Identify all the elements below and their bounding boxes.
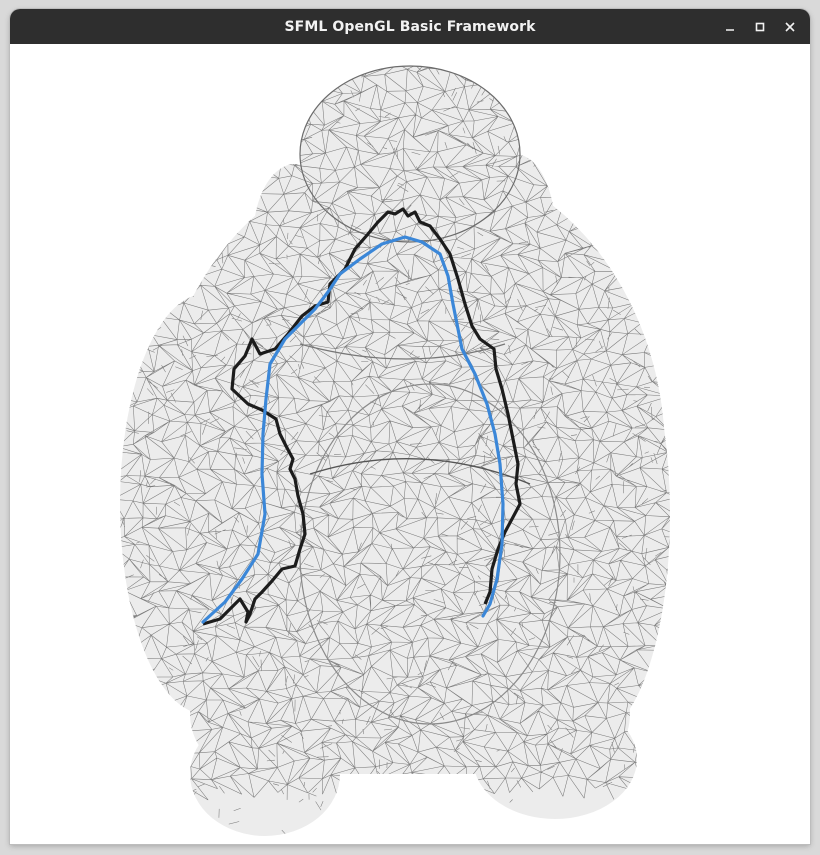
title-bar[interactable]: SFML OpenGL Basic Framework <box>10 9 810 44</box>
app-window: SFML OpenGL Basic Framework <box>10 9 810 844</box>
buddha-mesh <box>120 65 670 836</box>
minimize-icon <box>726 28 734 31</box>
window-title: SFML OpenGL Basic Framework <box>284 18 536 35</box>
minimize-button[interactable] <box>718 15 742 39</box>
close-icon <box>785 21 795 32</box>
opengl-viewport[interactable] <box>10 44 810 844</box>
close-button[interactable] <box>778 15 802 39</box>
mesh-render <box>120 65 670 836</box>
window-controls <box>718 9 802 44</box>
maximize-icon <box>755 22 765 31</box>
maximize-button[interactable] <box>748 15 772 39</box>
